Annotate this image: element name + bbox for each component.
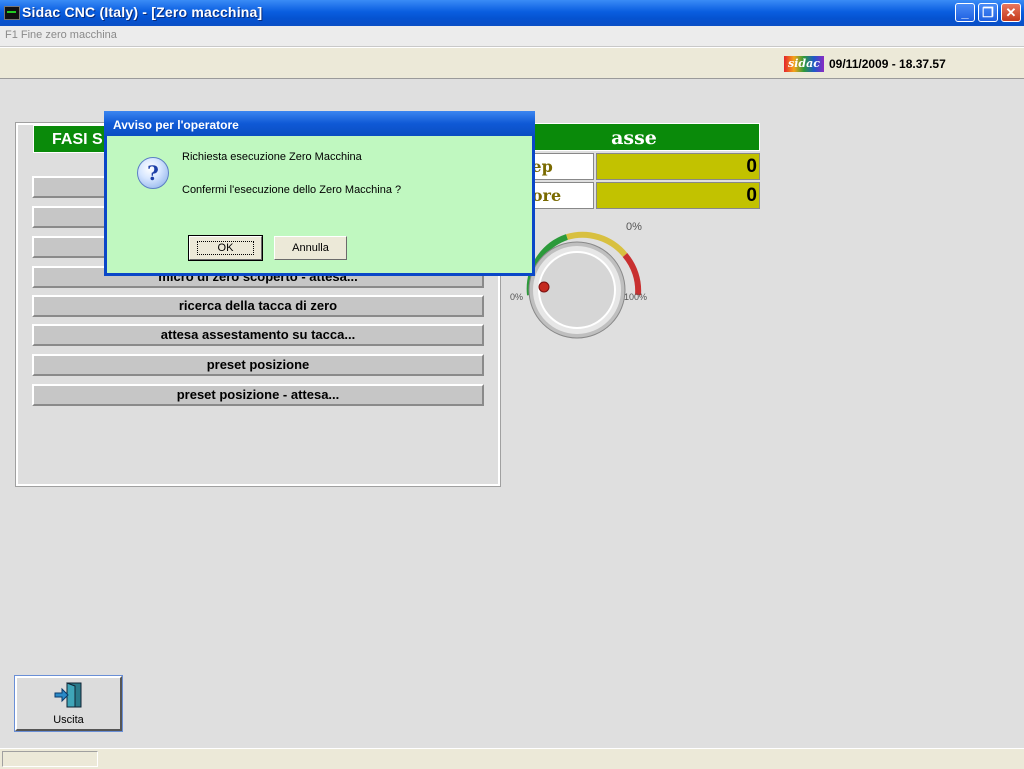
- dialog-title: Avviso per l'operatore: [104, 111, 535, 136]
- phase-item-7: preset posizione: [32, 354, 484, 376]
- ok-button-label: OK: [196, 241, 255, 255]
- gauge-max-label: 100%: [624, 292, 648, 302]
- exit-door-icon: [54, 682, 82, 708]
- app-icon: [4, 6, 20, 20]
- menu-item-f1[interactable]: F1 Fine zero macchina: [5, 29, 117, 41]
- datetime-display: 09/11/2009 - 18.37.57: [829, 57, 946, 71]
- dialog-message-2: Confermi l'esecuzione dello Zero Macchin…: [182, 184, 402, 196]
- phase-item-6: attesa assestamento su tacca...: [32, 324, 484, 346]
- step-value: 0: [596, 153, 760, 180]
- phase-item-5: ricerca della tacca di zero: [32, 295, 484, 317]
- gauge-min-label: 0%: [510, 292, 524, 302]
- minimize-button[interactable]: _: [955, 3, 975, 22]
- gauge-top-label: 0%: [626, 221, 642, 233]
- ok-button[interactable]: OK: [188, 235, 263, 261]
- window-titlebar: Sidac CNC (Italy) - [Zero macchina] _ ❐ …: [0, 0, 1024, 26]
- errore-value: 0: [596, 182, 760, 209]
- asse-header: asse: [508, 123, 760, 151]
- sidac-logo: sidac: [784, 56, 824, 72]
- operator-dialog: Avviso per l'operatore ? Richiesta esecu…: [104, 111, 535, 276]
- cancel-button[interactable]: Annulla: [274, 236, 347, 260]
- status-panel: [2, 751, 98, 767]
- exit-button[interactable]: Uscita: [14, 675, 123, 732]
- menu-bar: F1 Fine zero macchina: [0, 26, 1024, 47]
- dialog-message-1: Richiesta esecuzione Zero Macchina: [182, 151, 362, 163]
- phase-item-8: preset posizione - attesa...: [32, 384, 484, 406]
- question-icon: ?: [137, 157, 169, 189]
- window-title: Sidac CNC (Italy) - [Zero macchina]: [22, 4, 263, 20]
- restore-button[interactable]: ❐: [978, 3, 998, 22]
- status-bar: [0, 748, 1024, 769]
- info-bar: sidac 09/11/2009 - 18.37.57: [0, 47, 1024, 79]
- exit-button-label: Uscita: [53, 714, 84, 726]
- close-button[interactable]: ✕: [1001, 3, 1021, 22]
- gauge-indicator: [538, 281, 550, 293]
